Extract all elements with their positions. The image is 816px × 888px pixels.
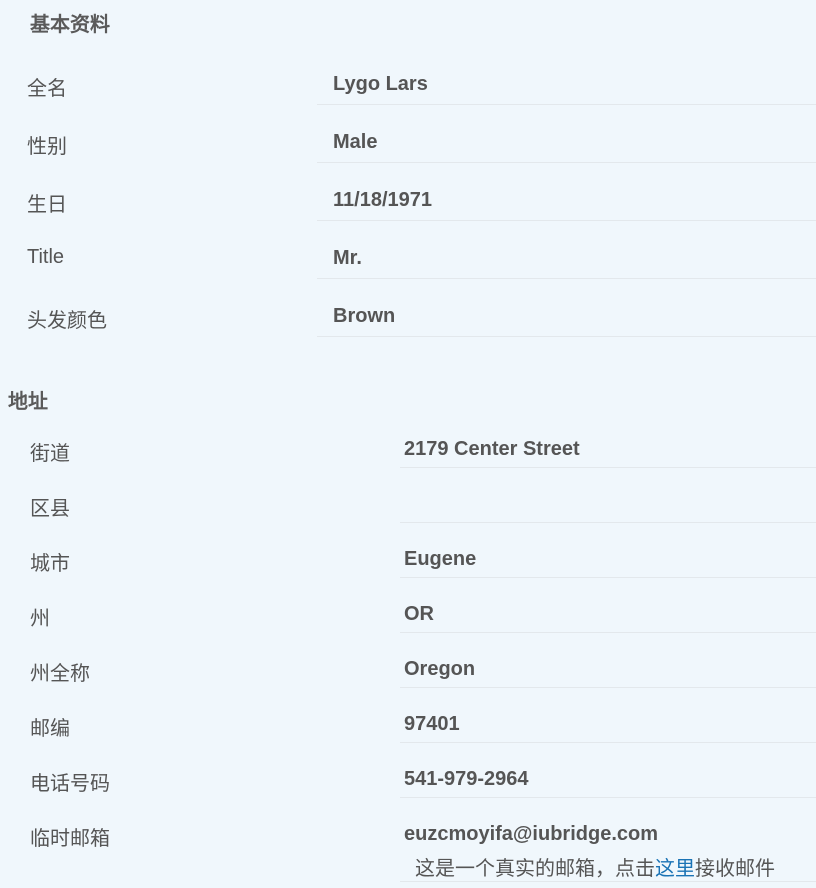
row-divider — [400, 522, 816, 523]
row-divider — [400, 881, 816, 882]
row-divider — [400, 467, 816, 468]
email-note-suffix: 接收邮件 — [695, 858, 775, 880]
field-label: 全名 — [27, 78, 67, 100]
field-label: 城市 — [30, 553, 70, 575]
field-label: 区县 — [30, 498, 70, 520]
field-value: Mr. — [333, 247, 362, 269]
row-divider — [317, 162, 816, 163]
field-label: 街道 — [30, 443, 70, 465]
field-value: Eugene — [404, 548, 477, 570]
field-value: Lygo Lars — [333, 73, 428, 95]
field-label: 电话号码 — [30, 773, 110, 795]
field-value: OR — [404, 603, 434, 625]
field-label: 州全称 — [30, 663, 90, 685]
row-divider — [317, 336, 816, 337]
field-label: 临时邮箱 — [30, 828, 110, 850]
email-note: 这是一个真实的邮箱，点击这里接收邮件 — [415, 852, 775, 881]
field-value: Male — [333, 131, 378, 153]
field-value: 11/18/1971 — [333, 189, 432, 211]
row-divider — [317, 220, 816, 221]
row-divider — [400, 687, 816, 688]
field-label: Title — [27, 246, 65, 268]
row-divider — [400, 577, 816, 578]
field-value: Brown — [333, 305, 396, 327]
field-label: 生日 — [27, 194, 67, 216]
address-title: 地址 — [8, 391, 48, 413]
row-divider — [317, 104, 816, 105]
field-value: Oregon — [404, 658, 476, 680]
email-note-prefix: 这是一个真实的邮箱，点击 — [415, 858, 655, 880]
receive-mail-link[interactable]: 这里 — [655, 858, 695, 880]
field-label: 性别 — [27, 136, 67, 158]
row-divider — [317, 278, 816, 279]
field-value: 2179 Center Street — [404, 438, 580, 460]
field-label: 头发颜色 — [27, 310, 107, 332]
email-value[interactable]: euzcmoyifa@iubridge.com — [404, 823, 658, 846]
field-value: 541-979-2964 — [404, 768, 529, 790]
field-label: 邮编 — [30, 718, 70, 740]
row-divider — [400, 742, 816, 743]
row-divider — [400, 797, 816, 798]
basic-info-title: 基本资料 — [30, 14, 110, 36]
row-divider — [400, 632, 816, 633]
field-value: 97401 — [404, 713, 460, 735]
field-label: 州 — [30, 608, 50, 630]
